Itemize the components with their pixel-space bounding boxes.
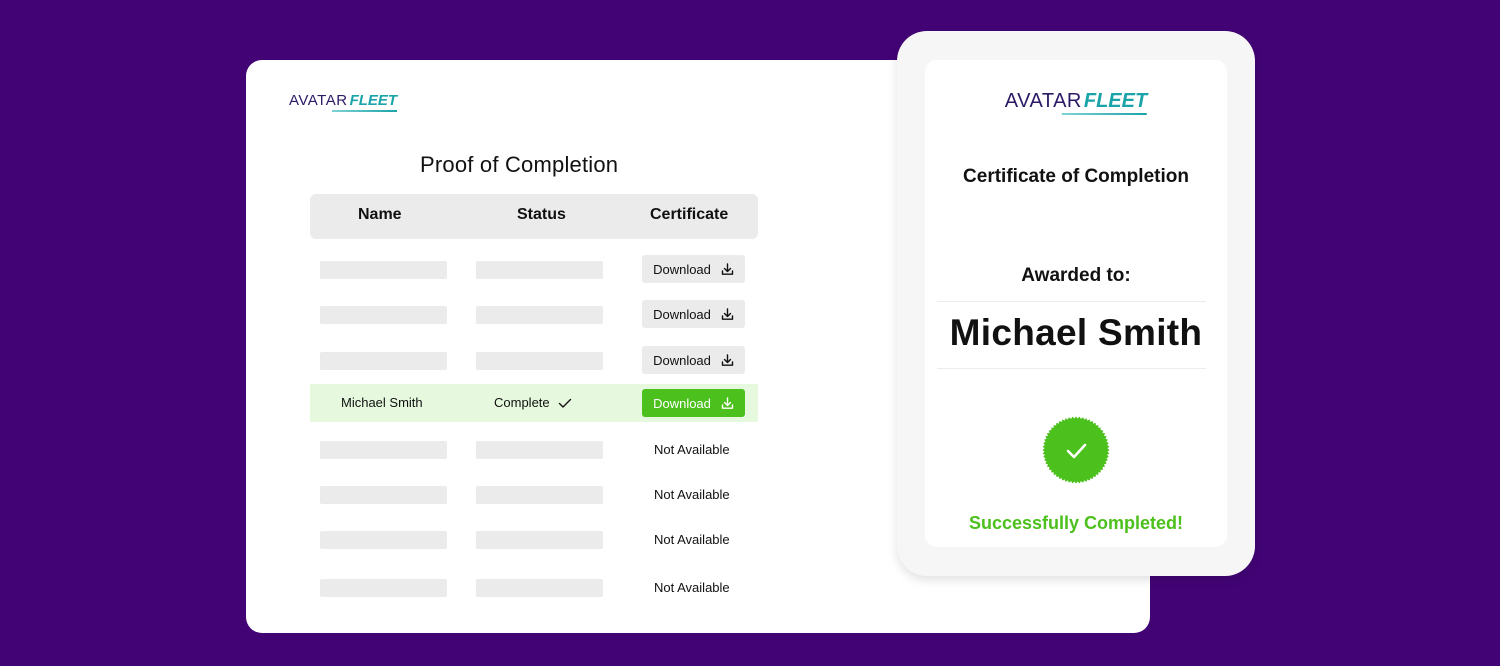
- certificate-card: AVATAR FLEET Certificate of Completion A…: [925, 60, 1227, 547]
- name-placeholder: [320, 441, 447, 459]
- download-button[interactable]: Download: [642, 300, 745, 328]
- row-status: Complete: [494, 395, 572, 410]
- completion-status-text: Successfully Completed!: [968, 513, 1184, 533]
- divider: [937, 301, 1206, 302]
- download-label: Download: [653, 261, 711, 277]
- certificate-title: Certificate of Completion: [963, 166, 1189, 187]
- logo-text-avatar: AVATAR: [1004, 90, 1082, 112]
- name-placeholder: [320, 486, 447, 504]
- table-row: Download: [310, 295, 758, 333]
- logo-swoosh: [332, 110, 398, 112]
- avatarfleet-logo: AVATAR FLEET: [289, 92, 398, 112]
- table-row: Download: [310, 341, 758, 379]
- not-available-text: Not Available: [654, 580, 730, 595]
- table-row: Download: [310, 250, 758, 288]
- download-icon: [721, 353, 734, 366]
- name-placeholder: [320, 352, 447, 370]
- not-available-text: Not Available: [654, 442, 730, 457]
- column-header-name: Name: [358, 206, 402, 223]
- checkmark-icon: [558, 398, 571, 408]
- completion-table: Name Status Certificate Download Download…: [310, 194, 758, 597]
- name-placeholder: [320, 306, 447, 324]
- logo-text-avatar: AVATAR: [289, 92, 348, 109]
- table-row: Not Available: [310, 475, 758, 513]
- page-title: Proof of Completion: [420, 152, 619, 177]
- avatarfleet-logo: AVATAR FLEET: [1004, 90, 1148, 115]
- awarded-label: Awarded to:: [1021, 265, 1131, 286]
- status-placeholder: [476, 531, 603, 549]
- table-row: Not Available: [310, 568, 758, 606]
- name-placeholder: [320, 261, 447, 279]
- column-header-certificate: Certificate: [650, 206, 729, 223]
- table-row: Not Available: [310, 520, 758, 558]
- status-placeholder: [476, 352, 603, 370]
- recipient-name: Michael Smith: [949, 312, 1203, 353]
- name-placeholder: [320, 579, 447, 597]
- table-header: Name Status Certificate: [310, 194, 758, 239]
- download-icon: [721, 396, 734, 409]
- divider: [937, 368, 1206, 369]
- certificate-panel: AVATAR FLEET Certificate of Completion A…: [897, 31, 1255, 576]
- download-label: Download: [653, 395, 711, 411]
- check-seal-icon: [1042, 416, 1110, 484]
- logo-swoosh: [1061, 113, 1148, 115]
- row-name: Michael Smith: [341, 395, 423, 410]
- table-row: Michael Smith Complete Download: [310, 384, 758, 422]
- download-label: Download: [653, 306, 711, 322]
- status-placeholder: [476, 306, 603, 324]
- download-icon: [721, 262, 734, 275]
- name-placeholder: [320, 531, 447, 549]
- column-header-status: Status: [517, 206, 566, 223]
- logo-text-fleet: FLEET: [1083, 90, 1148, 112]
- status-text: Complete: [494, 395, 550, 410]
- download-button[interactable]: Download: [642, 389, 745, 417]
- status-placeholder: [476, 486, 603, 504]
- table-row: Not Available: [310, 430, 758, 468]
- download-button[interactable]: Download: [642, 255, 745, 283]
- status-placeholder: [476, 579, 603, 597]
- download-icon: [721, 307, 734, 320]
- status-placeholder: [476, 261, 603, 279]
- not-available-text: Not Available: [654, 532, 730, 547]
- download-label: Download: [653, 352, 711, 368]
- logo-text-fleet: FLEET: [349, 92, 398, 109]
- download-button[interactable]: Download: [642, 346, 745, 374]
- status-placeholder: [476, 441, 603, 459]
- not-available-text: Not Available: [654, 487, 730, 502]
